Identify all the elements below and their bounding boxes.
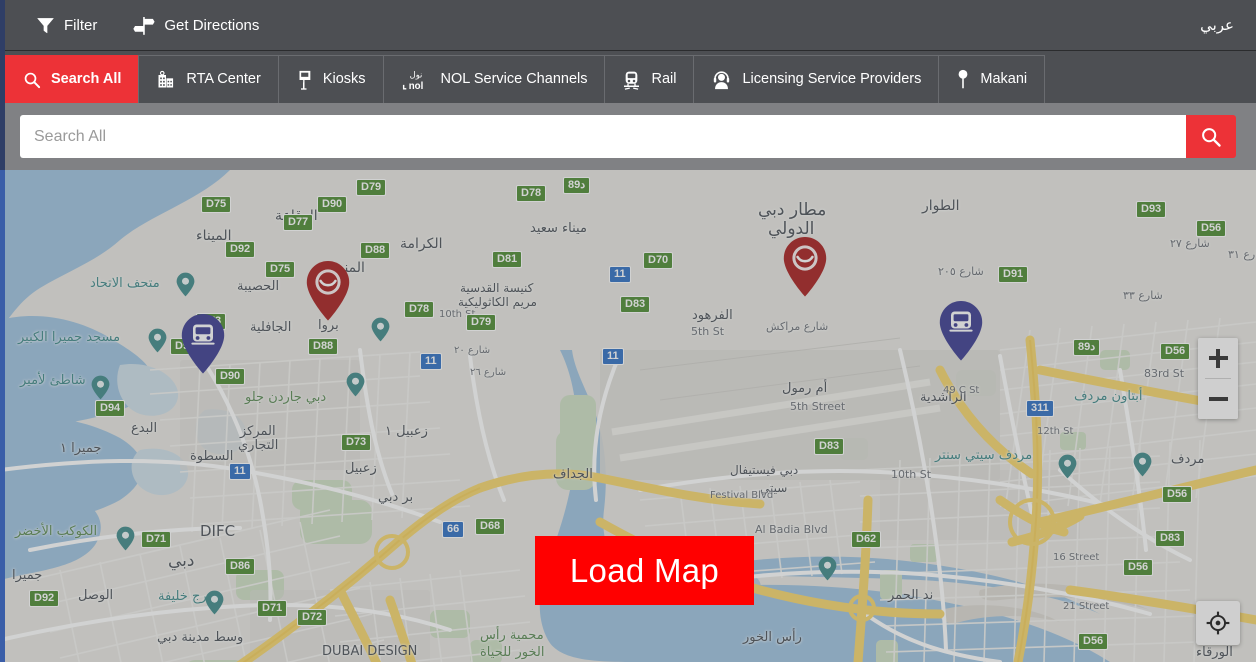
search-field-group: [20, 115, 1236, 158]
tab-nol-service-channels[interactable]: نول nol NOL Service Channels: [382, 55, 606, 103]
tab-label-rail: Rail: [651, 71, 677, 88]
tab-label-licensing-service-providers: Licensing Service Providers: [742, 71, 922, 88]
crosshair-icon: [1206, 611, 1230, 635]
zoom-in-button[interactable]: [1198, 338, 1238, 378]
map-finder-app: الرقاعة الميناء ميناء سعيد الكرامة مطار دبي ا…: [0, 0, 1256, 662]
tab-label-rta-center: RTA Center: [186, 71, 261, 88]
tab-rta-center[interactable]: RTA Center: [138, 55, 279, 103]
map-marker-bus-station[interactable]: [937, 300, 985, 362]
top-utility-bar: Filter Get Directions عربي: [0, 0, 1256, 51]
kiosk-icon: [296, 70, 313, 90]
map-marker-rta-center[interactable]: [304, 260, 352, 322]
nol-card-icon: نول nol: [401, 67, 431, 93]
language-toggle[interactable]: عربي: [1200, 16, 1234, 34]
top-actions: Filter Get Directions: [36, 15, 295, 36]
filter-icon: [36, 16, 55, 35]
get-directions-button[interactable]: Get Directions: [133, 15, 259, 36]
filter-button[interactable]: Filter: [36, 16, 97, 35]
filter-label: Filter: [64, 16, 98, 34]
svg-text:نول: نول: [409, 69, 422, 79]
my-location-button[interactable]: [1196, 601, 1240, 645]
search-input[interactable]: [20, 115, 1186, 158]
load-map-button[interactable]: Load Map: [535, 536, 754, 605]
directions-sign-icon: [133, 15, 155, 36]
category-tab-bar: Search All RTA Center Kiosks نول nol NOL…: [0, 51, 1256, 103]
tab-label-search-all: Search All: [51, 71, 122, 88]
search-submit-button[interactable]: [1186, 115, 1236, 158]
tab-licensing-service-providers[interactable]: Licensing Service Providers: [693, 55, 940, 103]
tab-label-kiosks: Kiosks: [322, 71, 366, 88]
search-bar: [0, 103, 1256, 170]
search-icon: [1202, 127, 1221, 147]
agent-headset-icon: [711, 69, 732, 90]
tab-search-all[interactable]: Search All: [5, 55, 140, 103]
tab-label-makani: Makani: [980, 71, 1028, 88]
tab-rail[interactable]: Rail: [604, 55, 695, 103]
get-directions-label: Get Directions: [164, 16, 260, 34]
svg-text:nol: nol: [408, 80, 423, 91]
zoom-out-button[interactable]: [1198, 379, 1238, 419]
train-icon: [622, 70, 641, 90]
tab-makani[interactable]: Makani: [938, 55, 1046, 103]
tab-label-nol-service-channels: NOL Service Channels: [440, 71, 588, 88]
map-viewport[interactable]: الرقاعة الميناء ميناء سعيد الكرامة مطار دبي ا…: [0, 170, 1256, 662]
building-icon: [156, 70, 176, 90]
map-marker-bus-station[interactable]: [179, 313, 227, 375]
map-marker-rta-center[interactable]: [781, 236, 829, 298]
magnifier-icon: [23, 71, 41, 89]
map-zoom-controls[interactable]: [1198, 338, 1238, 419]
tab-kiosks[interactable]: Kiosks: [277, 55, 384, 103]
map-pin-icon: [956, 69, 970, 90]
left-accent-strip-header: [0, 0, 5, 170]
